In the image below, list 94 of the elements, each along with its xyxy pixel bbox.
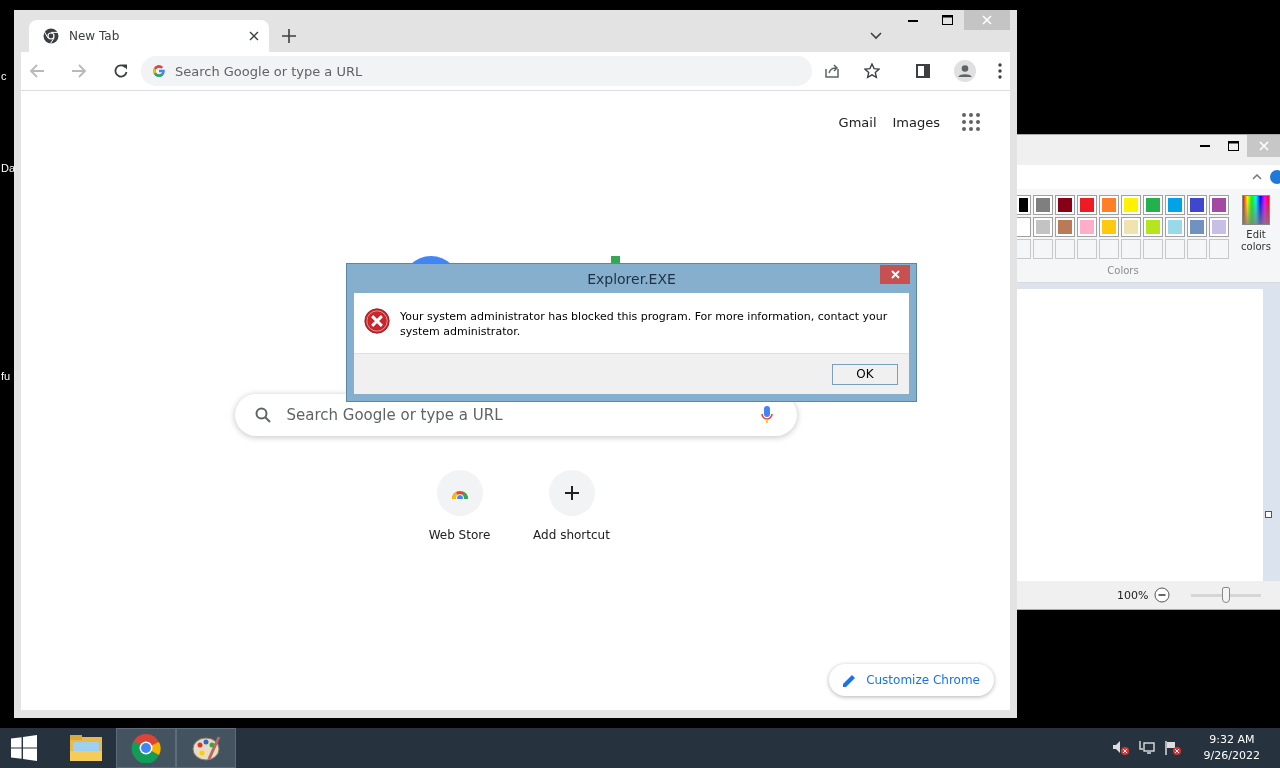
browser-tab[interactable]: New Tab xyxy=(29,20,269,52)
flag-icon[interactable] xyxy=(1163,740,1182,756)
desktop-icon-label[interactable]: c xyxy=(1,70,7,82)
help-icon[interactable] xyxy=(1270,170,1280,184)
color-swatch[interactable] xyxy=(1055,195,1075,215)
side-panel-icon xyxy=(916,64,930,78)
close-icon xyxy=(982,15,992,25)
desktop-icon-label[interactable]: fu xyxy=(1,370,11,382)
empty-swatch[interactable] xyxy=(1077,239,1097,259)
maximize-icon xyxy=(941,15,953,25)
close-icon xyxy=(249,31,259,41)
empty-swatch[interactable] xyxy=(1143,239,1163,259)
address-bar[interactable]: Search Google or type a URL xyxy=(141,56,812,86)
empty-swatch[interactable] xyxy=(1121,239,1141,259)
clock[interactable]: 9:32 AM 9/26/2022 xyxy=(1189,731,1266,765)
empty-swatch[interactable] xyxy=(1209,239,1229,259)
header-link[interactable]: Images xyxy=(892,114,940,130)
shortcut-tile[interactable]: Web Store xyxy=(416,470,503,542)
profile-button[interactable] xyxy=(954,60,976,82)
empty-swatch[interactable] xyxy=(1017,239,1031,259)
close-button[interactable] xyxy=(880,265,910,284)
color-swatch[interactable] xyxy=(1209,217,1229,237)
empty-swatch[interactable] xyxy=(1033,239,1053,259)
star-icon xyxy=(864,63,880,79)
empty-swatch[interactable] xyxy=(1187,239,1207,259)
share-icon xyxy=(824,63,840,79)
color-swatch[interactable] xyxy=(1121,217,1141,237)
caret-icon xyxy=(870,32,882,40)
chrome-icon xyxy=(131,733,161,763)
color-swatch[interactable] xyxy=(1033,217,1053,237)
pencil-icon xyxy=(843,673,857,687)
muted-speaker-icon[interactable] xyxy=(1111,740,1130,756)
chrome-icon xyxy=(43,28,59,44)
share-button[interactable] xyxy=(824,63,840,79)
microphone-icon[interactable] xyxy=(760,406,773,424)
arrow-icon xyxy=(71,63,87,79)
reload-icon xyxy=(113,63,129,79)
color-swatch[interactable] xyxy=(1187,217,1207,237)
taskbar-app-button[interactable] xyxy=(116,728,176,768)
close-icon xyxy=(1259,141,1269,151)
folder-icon xyxy=(69,733,103,763)
dialog-title: Explorer.EXE xyxy=(587,270,676,287)
slider-thumb[interactable] xyxy=(1222,587,1231,603)
minimize-icon xyxy=(1200,144,1210,148)
error-icon xyxy=(364,305,391,337)
shortcut-tile[interactable]: Add shortcut xyxy=(528,470,615,542)
color-swatch[interactable] xyxy=(1099,195,1119,215)
zoom-out-button[interactable] xyxy=(1154,587,1171,603)
resize-handle[interactable] xyxy=(1265,511,1272,518)
maximize-icon xyxy=(1227,141,1239,151)
reload-button[interactable] xyxy=(113,63,129,79)
plus-icon xyxy=(282,29,296,43)
close-tab-button[interactable] xyxy=(249,31,259,41)
color-swatch[interactable] xyxy=(1209,195,1229,215)
taskbar-app-button[interactable] xyxy=(176,728,236,768)
zoom-reading: 100% xyxy=(1117,588,1149,602)
color-swatch[interactable] xyxy=(1165,217,1185,237)
color-swatch[interactable] xyxy=(1099,217,1119,237)
color-swatch[interactable] xyxy=(1143,195,1163,215)
empty-swatch[interactable] xyxy=(1055,239,1075,259)
empty-swatch[interactable] xyxy=(1165,239,1185,259)
windows-logo-icon xyxy=(11,735,37,761)
customize-button[interactable]: Customize Chrome xyxy=(829,664,994,696)
minus-icon xyxy=(1154,587,1171,603)
color-swatch[interactable] xyxy=(1143,217,1163,237)
color-swatch[interactable] xyxy=(1017,195,1031,215)
google-icon xyxy=(152,64,166,78)
group-label: Colors xyxy=(1107,265,1139,276)
header-link[interactable]: Gmail xyxy=(838,114,877,130)
network-icon[interactable] xyxy=(1137,740,1156,756)
error-message: Your system administrator has blocked this program. For more information, contact your system administrator. xyxy=(400,309,889,340)
color-swatch[interactable] xyxy=(1165,195,1185,215)
color-swatch[interactable] xyxy=(1121,195,1141,215)
ok-button[interactable]: OK xyxy=(832,363,898,385)
edit-colors-button[interactable]: Edit colors xyxy=(1239,195,1273,282)
caret-icon xyxy=(1252,174,1262,180)
arrow-icon xyxy=(29,63,45,79)
color-swatch[interactable] xyxy=(1033,195,1053,215)
color-swatch[interactable] xyxy=(1017,217,1031,237)
plus-icon xyxy=(563,485,580,501)
search-icon xyxy=(254,407,271,423)
bookmark-star-button[interactable] xyxy=(864,63,880,79)
color-swatch[interactable] xyxy=(1077,195,1097,215)
empty-swatch[interactable] xyxy=(1099,239,1119,259)
color-swatch[interactable] xyxy=(1077,217,1097,237)
side-panel-button[interactable] xyxy=(916,64,930,78)
menu-icon xyxy=(998,63,1002,79)
grid-icon xyxy=(962,113,980,131)
color-swatch[interactable] xyxy=(1187,195,1207,215)
close-icon xyxy=(890,270,900,279)
collapse-ribbon-button[interactable] xyxy=(1252,174,1262,180)
menu-button[interactable] xyxy=(998,63,1002,79)
color-swatch[interactable] xyxy=(1055,217,1075,237)
person-icon xyxy=(954,60,976,82)
